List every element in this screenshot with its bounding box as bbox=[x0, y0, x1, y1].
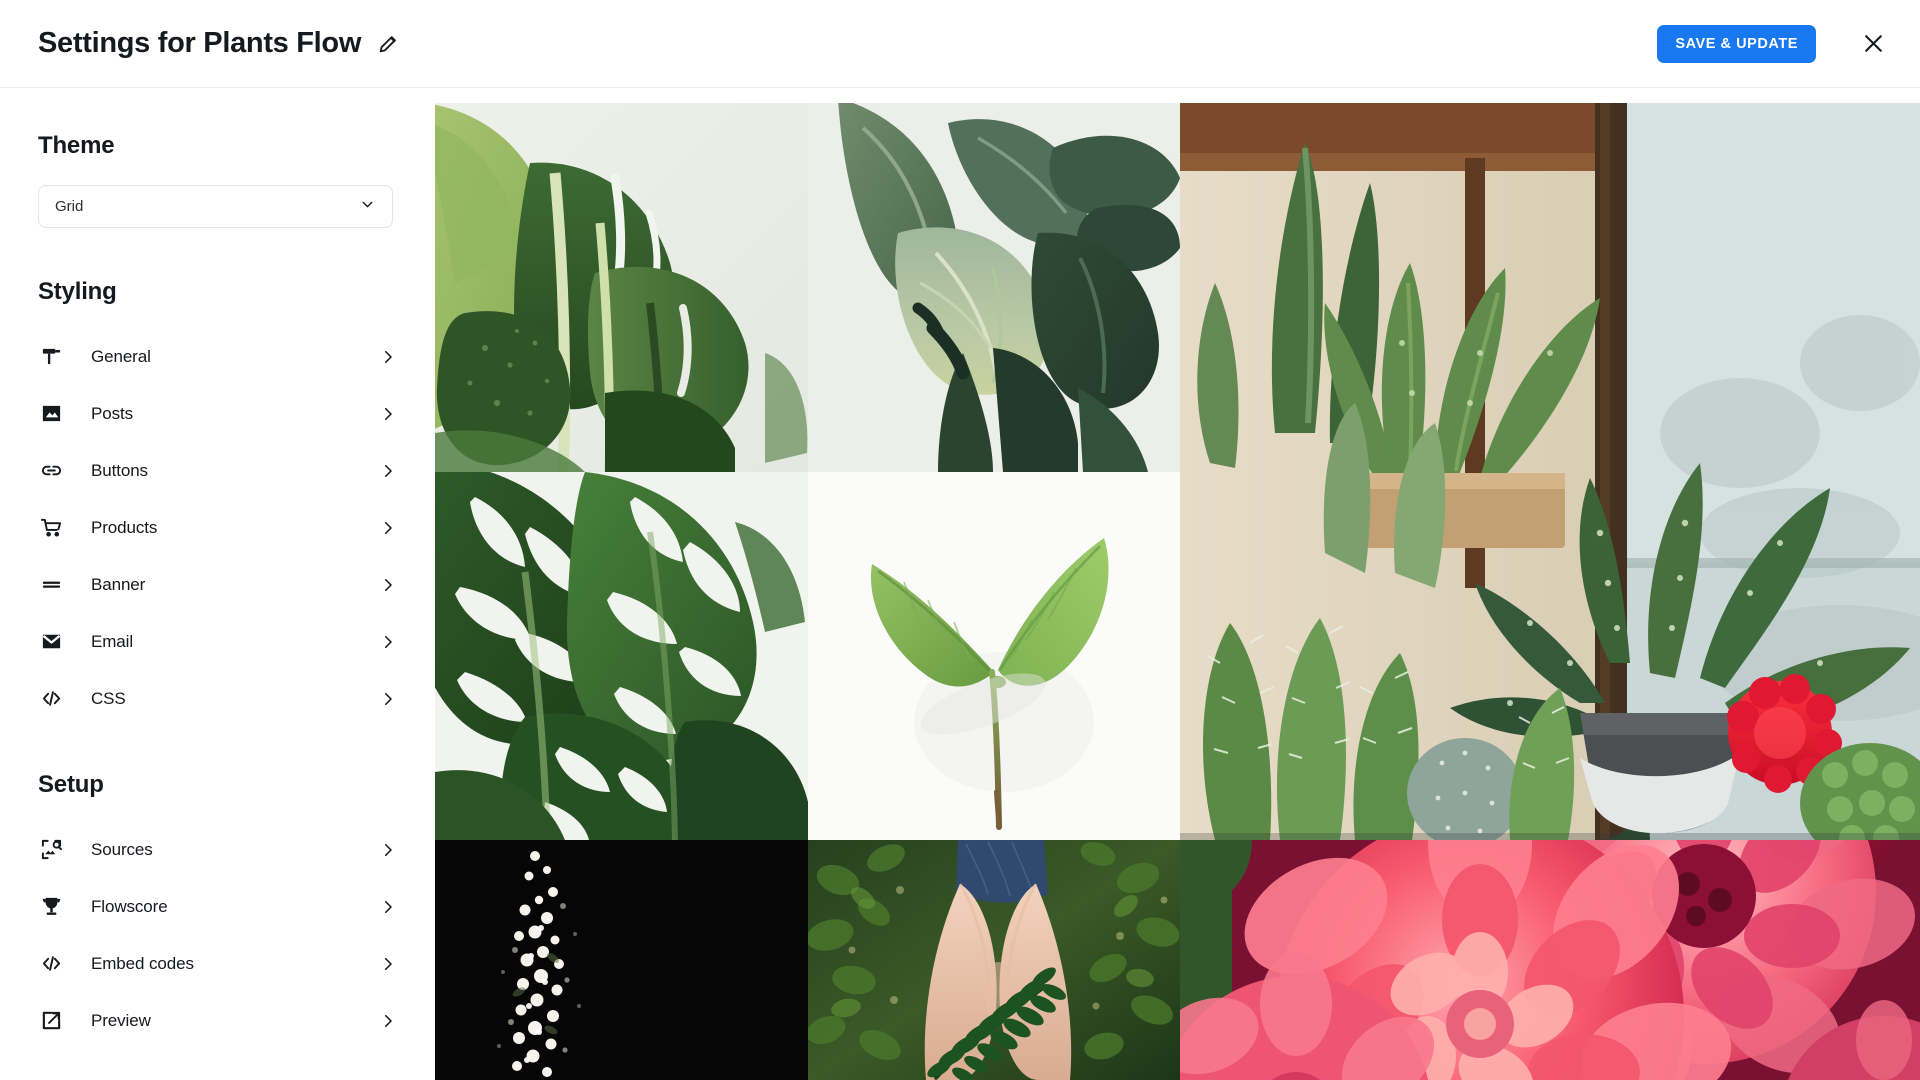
white-blossoms-photo bbox=[435, 840, 808, 1080]
sidebar-item-label: Preview bbox=[91, 1010, 151, 1030]
sidebar-item-posts[interactable]: Posts bbox=[0, 385, 435, 442]
chevron-right-icon bbox=[379, 519, 397, 537]
sidebar-item-label: CSS bbox=[91, 688, 126, 708]
external-link-icon bbox=[38, 1008, 64, 1034]
sidebar-item-label: Banner bbox=[91, 574, 146, 594]
styling-section-heading: Styling bbox=[38, 278, 117, 305]
trophy-icon bbox=[38, 894, 64, 920]
header-actions: SAVE & UPDATE bbox=[1657, 24, 1886, 63]
sidebar-item-label: Buttons bbox=[91, 460, 148, 480]
chevron-right-icon bbox=[379, 898, 397, 916]
sidebar-item-buttons[interactable]: Buttons bbox=[0, 442, 435, 499]
fiddle-leaf-fig-photo bbox=[808, 103, 1180, 472]
monstera-leaves-photo bbox=[435, 103, 808, 472]
sidebar-item-label: Sources bbox=[91, 839, 153, 859]
close-icon[interactable] bbox=[1860, 31, 1886, 57]
pink-dahlias-photo bbox=[1180, 840, 1920, 1080]
chevron-right-icon bbox=[379, 633, 397, 651]
chevron-right-icon bbox=[379, 841, 397, 859]
theme-select[interactable]: Grid bbox=[38, 185, 393, 228]
feed-tile-seedling-sprout-photo[interactable] bbox=[808, 472, 1180, 840]
sidebar-item-preview[interactable]: Preview bbox=[0, 992, 435, 1049]
sidebar-item-email[interactable]: Email bbox=[0, 613, 435, 670]
sidebar-item-label: Email bbox=[91, 631, 134, 651]
theme-section-heading: Theme bbox=[38, 132, 115, 159]
chevron-right-icon bbox=[379, 462, 397, 480]
setup-nav-list: Sources Flowscore Embed codes Preview bbox=[0, 821, 435, 1049]
link-icon bbox=[38, 458, 64, 484]
monstera-closeup-photo bbox=[435, 472, 808, 840]
sidebar-item-css[interactable]: CSS bbox=[0, 670, 435, 727]
code-icon bbox=[38, 686, 64, 712]
sidebar-item-products[interactable]: Products bbox=[0, 499, 435, 556]
sidebar-item-label: Posts bbox=[91, 403, 134, 423]
sidebar-item-embed-codes[interactable]: Embed codes bbox=[0, 935, 435, 992]
code-icon bbox=[38, 951, 64, 977]
sidebar-item-flowscore[interactable]: Flowscore bbox=[0, 878, 435, 935]
feed-grid bbox=[435, 103, 1920, 1080]
feed-tile-monstera-leaves-photo[interactable] bbox=[435, 103, 808, 472]
paint-roller-icon bbox=[38, 344, 64, 370]
page-title: Settings for Plants Flow bbox=[38, 27, 362, 59]
theme-select-wrapper: Grid bbox=[38, 185, 393, 228]
feed-preview-panel bbox=[435, 103, 1920, 1080]
chevron-right-icon bbox=[379, 576, 397, 594]
sidebar-item-banner[interactable]: Banner bbox=[0, 556, 435, 613]
sidebar-item-label: Embed codes bbox=[91, 953, 194, 973]
sidebar-item-sources[interactable]: Sources bbox=[0, 821, 435, 878]
save-and-update-button[interactable]: SAVE & UPDATE bbox=[1657, 24, 1816, 63]
cacti-windowsill-photo bbox=[1180, 103, 1920, 840]
feed-tile-hands-holding-fern-photo[interactable] bbox=[808, 840, 1180, 1080]
shopping-cart-icon bbox=[38, 515, 64, 541]
hands-holding-fern-photo bbox=[808, 840, 1180, 1080]
image-search-icon bbox=[38, 837, 64, 863]
sidebar-item-general[interactable]: General bbox=[0, 328, 435, 385]
feed-tile-white-blossoms-photo[interactable] bbox=[435, 840, 808, 1080]
feed-tile-cacti-windowsill-photo[interactable] bbox=[1180, 103, 1920, 840]
pencil-icon[interactable] bbox=[377, 33, 399, 55]
chevron-right-icon bbox=[379, 1012, 397, 1030]
page-title-group: Settings for Plants Flow bbox=[38, 29, 399, 58]
image-icon bbox=[38, 401, 64, 427]
chevron-right-icon bbox=[379, 348, 397, 366]
chevron-right-icon bbox=[379, 405, 397, 423]
settings-sidebar: Theme Grid Styling General Posts Buttons… bbox=[0, 88, 435, 1080]
sidebar-item-label: Products bbox=[91, 517, 158, 537]
feed-tile-fiddle-leaf-fig-photo[interactable] bbox=[808, 103, 1180, 472]
chevron-right-icon bbox=[379, 690, 397, 708]
app-header: Settings for Plants Flow SAVE & UPDATE bbox=[0, 0, 1920, 88]
feed-tile-monstera-closeup-photo[interactable] bbox=[435, 472, 808, 840]
sidebar-item-label: Flowscore bbox=[91, 896, 168, 916]
banner-lines-icon bbox=[38, 572, 64, 598]
seedling-sprout-photo bbox=[808, 472, 1180, 840]
chevron-right-icon bbox=[379, 955, 397, 973]
styling-nav-list: General Posts Buttons Products Banner Em… bbox=[0, 328, 435, 727]
sidebar-item-label: General bbox=[91, 346, 151, 366]
feed-tile-pink-dahlias-photo[interactable] bbox=[1180, 840, 1920, 1080]
setup-section-heading: Setup bbox=[38, 771, 104, 798]
envelope-icon bbox=[38, 629, 64, 655]
